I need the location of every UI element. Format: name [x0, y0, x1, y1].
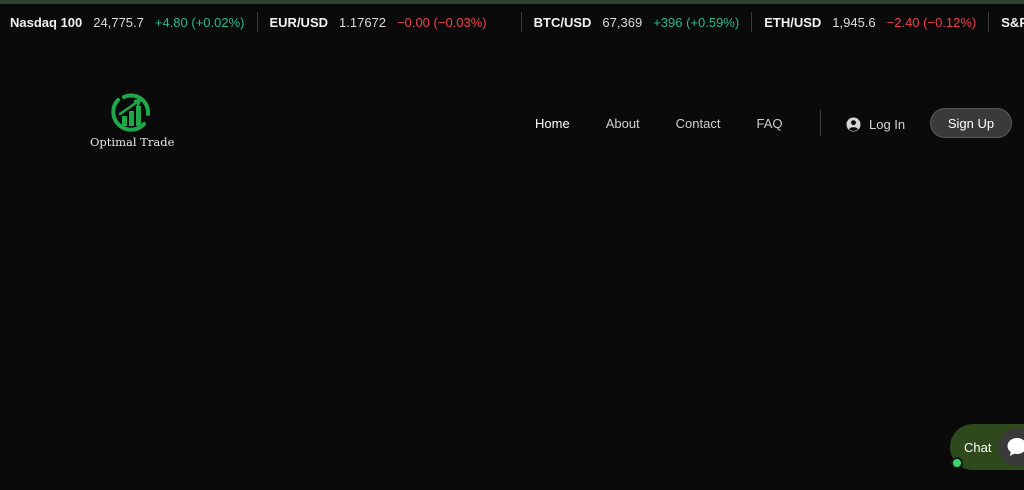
chat-online-indicator: [951, 457, 963, 469]
brand-name: Optimal Trade: [90, 135, 175, 149]
login-link[interactable]: Log In: [846, 114, 905, 134]
ticker-symbol: S&P 500: [1001, 14, 1024, 30]
ticker-price: 1.17672: [339, 14, 387, 30]
user-circle-icon: [846, 116, 861, 132]
ticker-track: Nasdaq 100 24,775.7 +4.80 (+0.02%) EUR/U…: [10, 4, 1024, 40]
growth-chart-ring-icon: [111, 93, 151, 132]
ticker-item-eurusd[interactable]: EUR/USD 1.17672 −0.00 (−0.03%): [270, 4, 487, 40]
ticker-change: +4.80 (+0.02%): [154, 14, 245, 30]
ticker-divider: [751, 12, 753, 32]
ticker-item-sp500[interactable]: S&P 500: [1001, 4, 1024, 40]
ticker-divider: [256, 12, 258, 32]
chat-bubble: [998, 428, 1024, 466]
ticker-symbol: EUR/USD: [269, 14, 329, 30]
nav-item-faq[interactable]: FAQ: [756, 116, 782, 131]
nav-divider: [820, 110, 821, 136]
ticker-change: +396 (+0.59%): [653, 14, 740, 30]
ticker-price: 24,775.7: [93, 14, 144, 30]
ticker-price: 67,369: [602, 14, 643, 30]
nav-item-contact[interactable]: Contact: [676, 116, 721, 131]
ticker-divider: [988, 12, 990, 32]
ticker-tape: Nasdaq 100 24,775.7 +4.80 (+0.02%) EUR/U…: [0, 4, 1024, 40]
ticker-divider: [520, 12, 522, 32]
ticker-symbol: ETH/USD: [764, 14, 822, 30]
main-nav: Home About Contact FAQ: [535, 109, 819, 137]
ticker-item-ethusd[interactable]: ETH/USD 1,945.6 −2.40 (−0.12%): [764, 4, 976, 40]
ticker-change: −0.00 (−0.03%): [397, 14, 487, 30]
nav-item-about[interactable]: About: [606, 116, 640, 131]
ticker-item-btcusd[interactable]: BTC/USD 67,369 +396 (+0.59%): [534, 4, 740, 40]
ticker-change: −2.40 (−0.12%): [886, 14, 977, 30]
brand-logo[interactable]: Optimal Trade: [90, 92, 175, 149]
ticker-price: 1,945.6: [832, 14, 876, 30]
nav-item-home[interactable]: Home: [535, 116, 570, 131]
ticker-symbol: Nasdaq 100: [10, 14, 83, 30]
ticker-symbol: BTC/USD: [533, 14, 592, 30]
speech-bubble-icon: [1007, 438, 1024, 456]
login-label: Log In: [869, 116, 906, 132]
chat-label: Chat: [964, 439, 992, 455]
ticker-item-nasdaq[interactable]: Nasdaq 100 24,775.7 +4.80 (+0.02%): [10, 4, 245, 40]
signup-button[interactable]: Sign Up: [930, 108, 1012, 138]
